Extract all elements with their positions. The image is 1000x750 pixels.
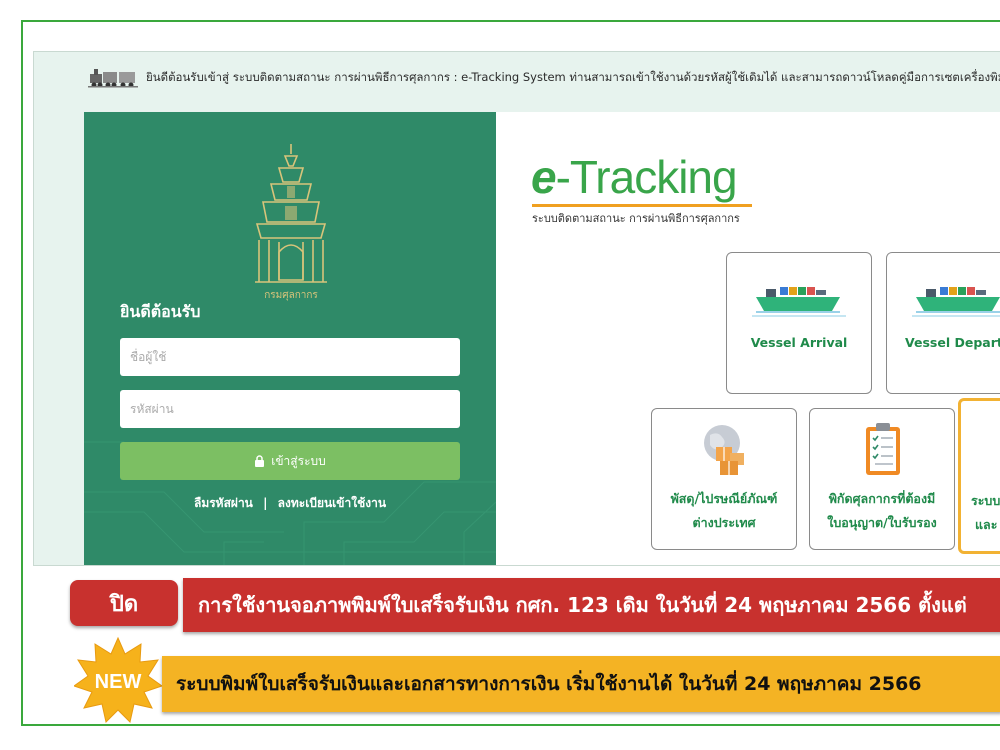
card-foreign-parcels[interactable]: พัสดุ/ไปรษณีย์ภัณฑ์ ต่างประเทศ <box>651 408 797 550</box>
card-label-line2: ใบอนุญาต/ใบรับรอง <box>827 515 937 530</box>
logo-underline <box>532 204 752 207</box>
card-vessel-arrival[interactable]: Vessel Arrival <box>726 252 872 394</box>
parcel-globe-icon <box>704 425 744 475</box>
card-label-line2: ต่างประเทศ <box>692 515 756 530</box>
card-label: Vessel Departu <box>905 335 1000 350</box>
services-panel: e-Tracking ระบบติดตามสถานะ การผ่านพิธีกา… <box>496 112 1000 565</box>
customs-department-emblem: กรมศุลกากร <box>255 144 327 301</box>
new-notice-banner: ระบบพิมพ์ใบเสร็จรับเงินและเอกสารทางการเง… <box>162 656 1000 712</box>
login-button-label: เข้าสู่ระบบ <box>271 453 326 468</box>
card-label-line1: พิกัดศุลกากรที่ต้องมี <box>828 491 936 506</box>
card-licensed-tariff[interactable]: พิกัดศุลกากรที่ต้องมี ใบอนุญาต/ใบรับรอง <box>809 408 955 550</box>
cargo-ship-icon <box>752 287 846 317</box>
password-field[interactable] <box>120 390 460 428</box>
emblem-caption: กรมศุลกากร <box>264 290 318 301</box>
welcome-marquee: ยินดีต้อนรับเข้าสู่ ระบบติดตามสถานะ การผ… <box>34 52 1000 102</box>
card-label: Vessel Arrival <box>750 335 848 350</box>
card-label-line1: ระบบ <box>971 493 1000 508</box>
lock-icon <box>255 455 265 467</box>
logo-subtitle: ระบบติดตามสถานะ การผ่านพิธีการศุลกากร <box>532 212 740 225</box>
username-field[interactable] <box>120 338 460 376</box>
card-vessel-departure[interactable]: Vessel Departu <box>886 252 1000 394</box>
welcome-heading: ยินดีต้อนรับ <box>120 302 201 321</box>
card-label-line2: และ <box>975 517 998 532</box>
account-links: ลืมรหัสผ่าน | ลงทะเบียนเข้าใช้งาน <box>120 494 460 513</box>
forgot-password-link[interactable]: ลืมรหัสผ่าน <box>194 496 253 510</box>
new-badge-text: NEW <box>95 671 142 693</box>
browser-viewport: ยินดีต้อนรับเข้าสู่ ระบบติดตามสถานะ การผ… <box>33 51 1000 566</box>
logo-word: -Tracking <box>555 151 738 203</box>
logo-e: e <box>531 151 557 203</box>
card-partial-selected[interactable]: ระบบ และ <box>958 398 1000 554</box>
register-link[interactable]: ลงทะเบียนเข้าใช้งาน <box>278 496 386 510</box>
marquee-text: ยินดีต้อนรับเข้าสู่ ระบบติดตามสถานะ การผ… <box>146 70 1000 84</box>
clipboard-checklist-icon <box>866 423 900 475</box>
cargo-ship-icon <box>912 287 1000 317</box>
etracking-logo: e-Tracking <box>531 150 738 204</box>
login-button[interactable]: เข้าสู่ระบบ <box>120 442 460 480</box>
card-label-line1: พัสดุ/ไปรษณีย์ภัณฑ์ <box>670 491 778 506</box>
close-notice-banner: การใช้งานจอภาพพิมพ์ใบเสร็จรับเงิน กศก. 1… <box>183 578 1000 632</box>
link-separator: | <box>263 496 268 510</box>
close-notice-badge: ปิด <box>70 580 178 626</box>
login-panel: กรมศุลกากร ยินดีต้อนรับ เข้าสู่ระบบ ลืมร… <box>84 112 496 565</box>
new-starburst-icon: NEW <box>74 636 162 723</box>
train-icon <box>88 69 138 88</box>
